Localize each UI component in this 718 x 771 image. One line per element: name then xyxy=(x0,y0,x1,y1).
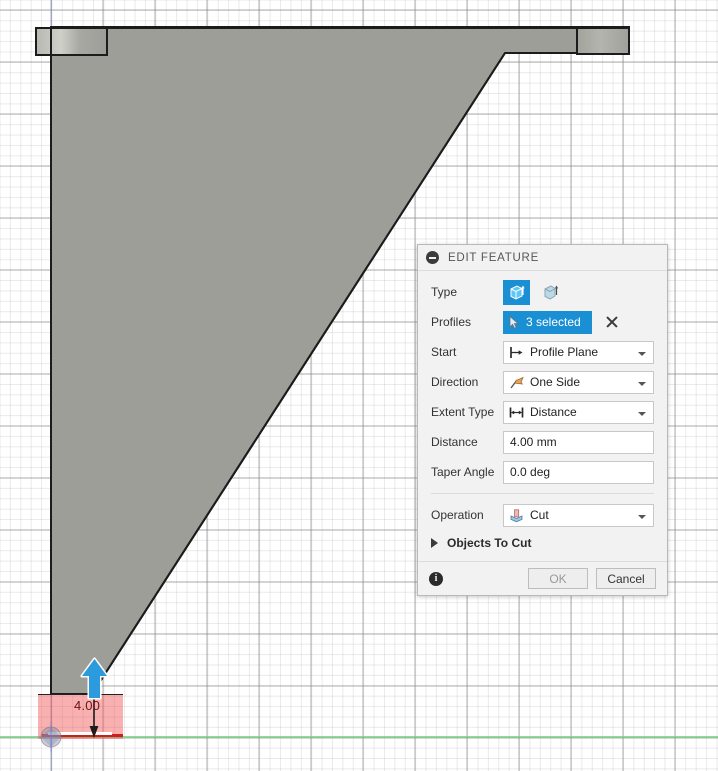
extrude-direction-arrow[interactable] xyxy=(80,657,109,701)
chevron-down-icon[interactable] xyxy=(638,514,646,519)
triangle-right-icon[interactable] xyxy=(431,538,438,548)
chevron-down-icon[interactable] xyxy=(638,411,646,416)
dialog-title: EDIT FEATURE xyxy=(448,251,539,264)
dialog-body: Type Profiles 3 selected Start Profile P… xyxy=(418,271,667,556)
extent-type-value: Distance xyxy=(530,405,577,419)
extent-type-dropdown[interactable]: Distance xyxy=(503,400,654,424)
top-left-tab[interactable] xyxy=(35,27,108,56)
direction-label: Direction xyxy=(431,375,479,389)
ok-button[interactable]: OK xyxy=(528,568,588,589)
profiles-value: 3 selected xyxy=(526,315,581,329)
operation-dropdown[interactable]: Cut xyxy=(503,503,654,527)
operation-label: Operation xyxy=(431,508,484,522)
minus-circle-icon[interactable] xyxy=(426,251,439,264)
row-operation: Operation Cut xyxy=(418,500,667,530)
start-label: Start xyxy=(431,345,457,359)
row-type: Type xyxy=(418,277,667,307)
dialog-footer: i OK Cancel xyxy=(418,561,667,595)
dialog-button-group: OK Cancel xyxy=(520,568,656,589)
profile-plane-icon xyxy=(509,346,524,359)
taper-angle-input[interactable]: 0.0 deg xyxy=(503,460,654,484)
close-x-icon[interactable] xyxy=(605,315,619,329)
extrude-straight-icon[interactable] xyxy=(503,279,530,305)
chevron-down-icon[interactable] xyxy=(638,351,646,356)
objects-to-cut-label: Objects To Cut xyxy=(447,536,532,550)
profiles-label: Profiles xyxy=(431,315,472,329)
distance-input[interactable]: 4.00 mm xyxy=(503,430,654,454)
distance-measure-icon xyxy=(509,406,524,419)
row-direction: Direction One Side xyxy=(418,367,667,397)
type-label: Type xyxy=(431,285,458,299)
row-taper-angle: Taper Angle 0.0 deg xyxy=(418,457,667,487)
taper-angle-label: Taper Angle xyxy=(431,465,495,479)
start-dropdown[interactable]: Profile Plane xyxy=(503,340,654,364)
info-icon[interactable]: i xyxy=(429,571,443,586)
extent-type-label: Extent Type xyxy=(431,405,495,419)
one-side-flag-icon xyxy=(509,376,524,389)
objects-to-cut-section[interactable]: Objects To Cut xyxy=(418,530,667,556)
cut-operation-icon xyxy=(509,508,524,522)
origin-marker[interactable] xyxy=(36,722,66,752)
direction-value: One Side xyxy=(530,375,581,389)
distance-label: Distance xyxy=(431,435,478,449)
direction-dropdown[interactable]: One Side xyxy=(503,370,654,394)
row-profiles: Profiles 3 selected xyxy=(418,307,667,337)
profiles-selection-chip[interactable]: 3 selected xyxy=(503,310,592,334)
cancel-button[interactable]: Cancel xyxy=(596,568,656,589)
distance-value: 4.00 mm xyxy=(510,435,557,449)
top-right-tab[interactable] xyxy=(576,27,630,55)
start-value: Profile Plane xyxy=(530,345,599,359)
edit-feature-dialog[interactable]: EDIT FEATURE Type Profiles 3 selected St… xyxy=(417,244,668,596)
chevron-down-icon[interactable] xyxy=(638,381,646,386)
fusion-cad-window: 4.00 EDIT FEATURE Type Profiles 3 select… xyxy=(0,0,718,771)
selection-cursor-icon xyxy=(509,315,520,329)
section-divider xyxy=(431,493,654,494)
row-start: Start Profile Plane xyxy=(418,337,667,367)
operation-value: Cut xyxy=(530,508,549,522)
dialog-header[interactable]: EDIT FEATURE xyxy=(418,245,667,271)
row-extent-type: Extent Type Distance xyxy=(418,397,667,427)
extrude-tapered-icon[interactable] xyxy=(537,280,564,305)
row-distance: Distance 4.00 mm xyxy=(418,427,667,457)
taper-angle-value: 0.0 deg xyxy=(510,465,551,479)
